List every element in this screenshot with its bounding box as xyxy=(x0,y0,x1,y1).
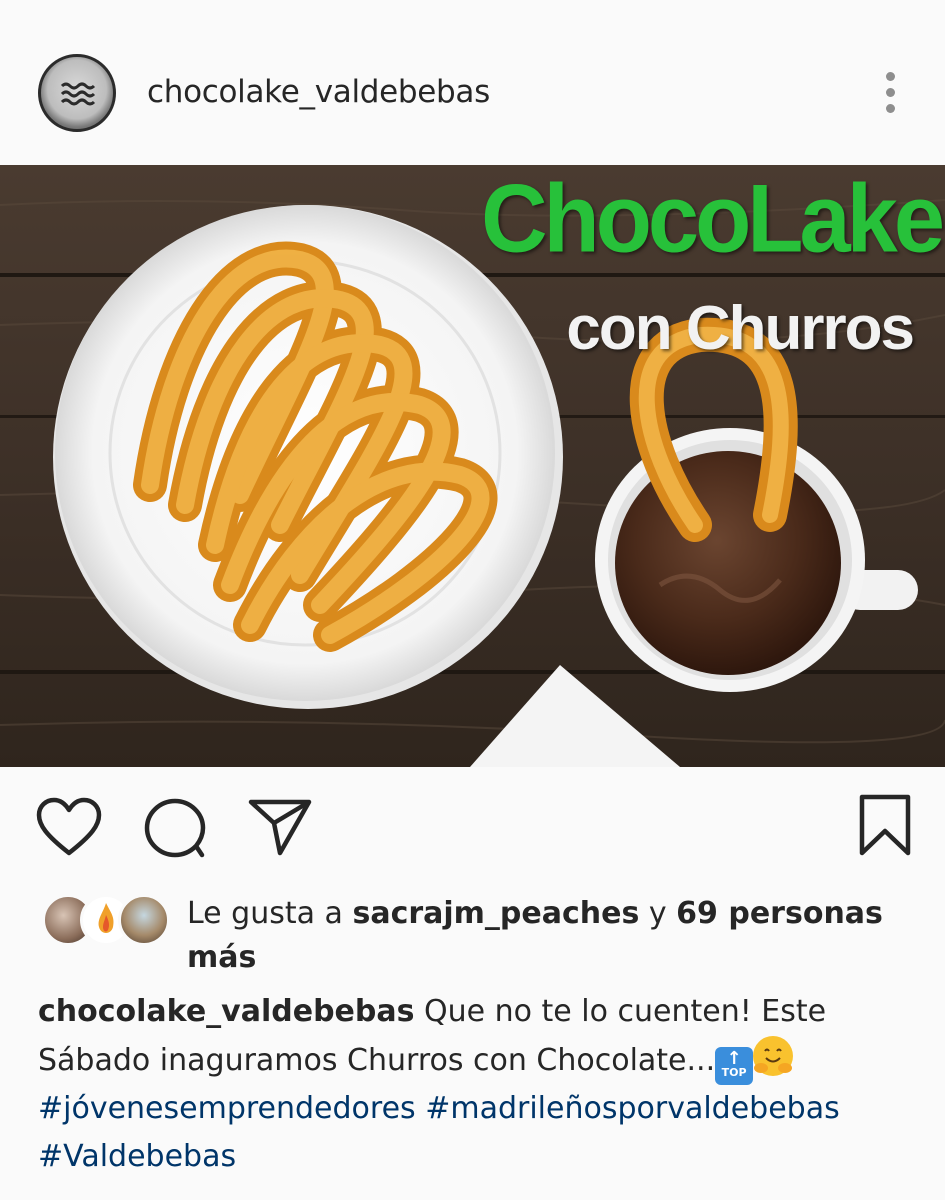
comment-bubble-icon[interactable] xyxy=(144,797,208,863)
hashtag-link[interactable]: #jóvenesemprendedores xyxy=(38,1091,416,1126)
hashtag-link[interactable]: #Valdebebas xyxy=(38,1139,236,1174)
wave-logo-icon xyxy=(60,82,96,106)
likes-prefix: Le gusta a xyxy=(187,896,353,931)
post-header: chocolake_valdebebas xyxy=(0,0,945,165)
post-username[interactable]: chocolake_valdebebas xyxy=(147,74,490,110)
liker-username-link[interactable]: sacrajm_peaches xyxy=(352,896,639,931)
liker-avatar[interactable] xyxy=(118,894,170,946)
caption-username-link[interactable]: chocolake_valdebebas xyxy=(38,994,414,1029)
top-arrow-emoji-icon: ↑ TOP xyxy=(715,1047,754,1085)
likes-connector: y xyxy=(639,896,677,931)
image-title-text: ChocoLake xyxy=(481,165,945,273)
profile-avatar[interactable] xyxy=(38,54,116,132)
likes-text: Le gusta a sacrajm_peaches y 69 personas… xyxy=(187,892,917,980)
likes-section: Le gusta a sacrajm_peaches y 69 personas… xyxy=(0,888,945,978)
more-options-icon[interactable] xyxy=(880,72,900,118)
hashtag-link[interactable]: #madrileñosporvaldebebas xyxy=(425,1091,840,1126)
action-bar xyxy=(0,767,945,887)
like-heart-icon[interactable] xyxy=(36,797,102,861)
image-subtitle-text: con Churros xyxy=(566,294,915,363)
post-image[interactable]: ChocoLake con Churros xyxy=(0,165,945,767)
post-caption: chocolake_valdebebas Que no te lo cuente… xyxy=(38,988,918,1181)
liker-avatars xyxy=(42,894,170,946)
hugging-face-emoji-icon xyxy=(753,1036,794,1076)
share-send-icon[interactable] xyxy=(248,797,312,861)
save-bookmark-icon[interactable] xyxy=(858,793,912,861)
